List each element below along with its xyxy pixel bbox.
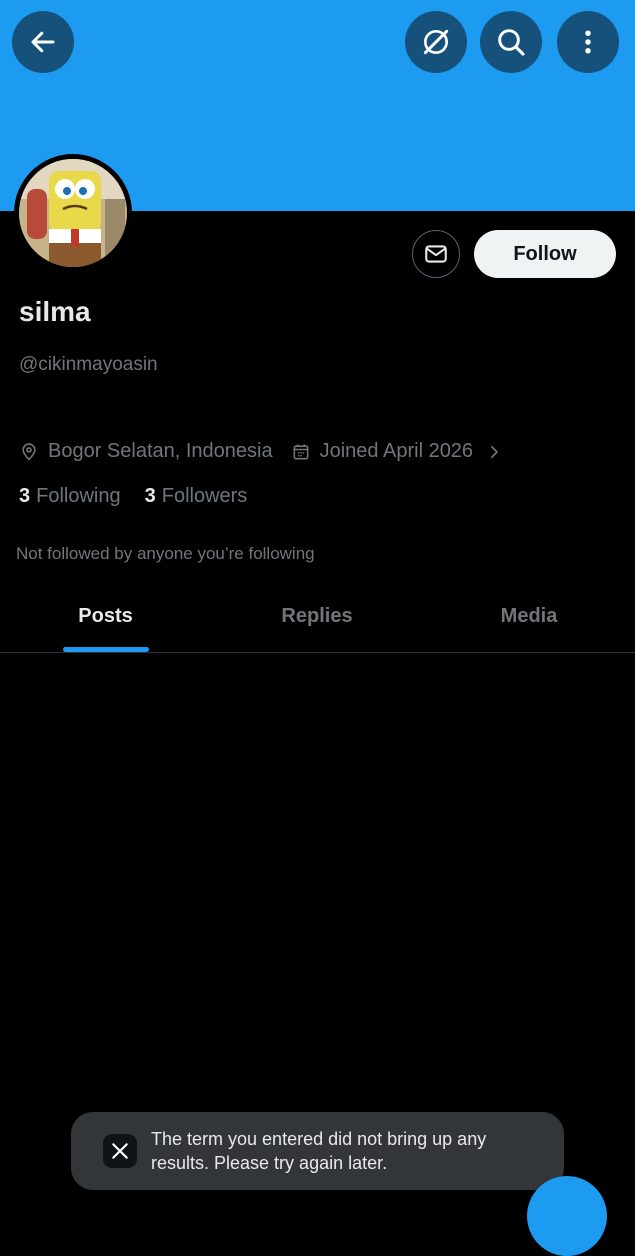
tab-posts[interactable]: Posts [0,580,211,652]
followers-count: 3 [144,485,156,507]
tab-replies[interactable]: Replies [211,580,423,652]
calendar-icon [291,442,311,462]
x-logo-icon [103,1134,137,1168]
grok-button[interactable] [405,11,467,73]
toast-message: The term you entered did not bring up an… [151,1129,487,1173]
followers-label: Followers [161,485,248,507]
tab-media[interactable]: Media [423,580,635,652]
chevron-right-icon[interactable] [485,443,503,461]
active-tab-indicator [62,647,149,652]
search-button[interactable] [480,11,542,73]
tab-label: Replies [281,604,353,627]
tab-label: Media [500,604,558,627]
more-options-button[interactable] [557,11,619,73]
message-button[interactable] [412,230,460,278]
toast-notification: The term you entered did not bring up an… [71,1112,564,1190]
back-button[interactable] [12,11,74,73]
location-pin-icon [19,442,39,462]
user-handle: @cikinmayoasin [19,354,158,375]
grok-icon [423,29,449,55]
arrow-left-icon [31,31,55,53]
not-followed-notice: Not followed by anyone you’re following [16,544,315,563]
search-icon [498,29,525,56]
location-text: Bogor Selatan, Indonesia [48,440,273,462]
avatar[interactable] [14,154,132,272]
compose-post-button[interactable] [527,1176,607,1256]
following-count: 3 [19,485,31,507]
joined-date: Joined April 2026 [319,440,474,462]
more-vertical-icon [585,30,591,54]
follow-button[interactable]: Follow [474,230,616,278]
avatar-image [19,159,127,267]
following-link[interactable]: 3 Following [19,485,121,508]
tab-label: Posts [78,604,133,627]
mail-icon [425,245,447,263]
follow-stats: 3 Following 3 Followers [19,485,247,508]
followers-link[interactable]: 3 Followers [145,485,248,508]
following-label: Following [36,485,121,507]
profile-meta: Bogor Selatan, Indonesia Joined April 20… [19,440,503,463]
display-name: silma [19,296,91,327]
profile-tabs: Posts Replies Media [0,580,635,653]
